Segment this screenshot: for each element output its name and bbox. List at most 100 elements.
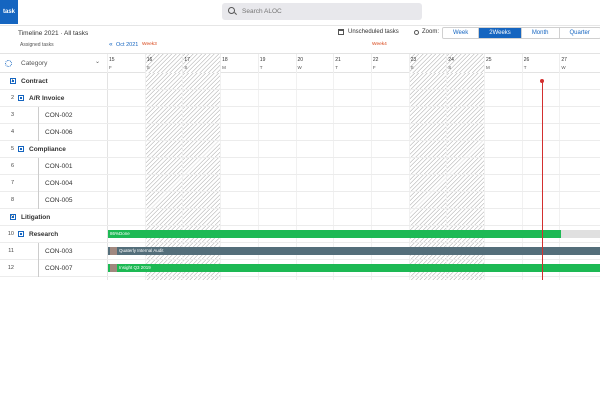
day-weekday: S — [184, 65, 188, 70]
scroll-back-icon[interactable]: « — [109, 41, 113, 48]
day-weekday: W — [297, 65, 302, 70]
month-label: Oct 2021 — [116, 42, 139, 48]
day-number: 24 — [448, 57, 454, 63]
task-row[interactable]: 3 CON-002 — [0, 107, 600, 124]
day-number: 19 — [259, 57, 266, 63]
timeline-nav: « Oct 2021 Week3 Week4 — [107, 41, 600, 51]
collapse-toggle-icon[interactable] — [18, 95, 24, 101]
group-row[interactable]: 5 Compliance — [0, 141, 600, 158]
day-column-header: 16 S — [144, 54, 183, 74]
task-label: CON-003 — [45, 248, 73, 255]
row-number: 6 — [10, 163, 14, 169]
task-row[interactable]: 8 CON-005 — [0, 192, 600, 209]
week-label: Week4 — [372, 42, 387, 47]
task-bar[interactable]: Insight Q3 2019 — [108, 264, 600, 272]
chevron-down-icon[interactable]: ⌄ — [95, 58, 100, 65]
unscheduled-tasks-button[interactable]: Unscheduled tasks — [338, 29, 399, 35]
group-row[interactable]: 1 Contract — [0, 73, 600, 90]
tree-connector — [38, 260, 39, 277]
group-label: Compliance — [29, 146, 66, 153]
tree-connector — [38, 243, 39, 260]
row-number: 4 — [10, 129, 14, 135]
collapse-toggle-icon[interactable] — [10, 78, 16, 84]
collapse-toggle-icon[interactable] — [18, 146, 24, 152]
day-header: 15 F 16 S 17 S 18 M 19 T 20 W 21 T 22 F 23 S 24 S 25 M 26 T 27 W — [107, 53, 600, 74]
tree-connector — [38, 107, 39, 124]
day-column-header: 27 W — [559, 54, 597, 74]
day-weekday: T — [259, 65, 263, 70]
zoom-quarter-button[interactable]: Quarter — [559, 28, 600, 38]
day-number: 27 — [561, 57, 567, 63]
group-row[interactable]: 9 Litigation — [0, 209, 600, 226]
row-number: 2 — [10, 95, 14, 101]
collapse-toggle-icon[interactable] — [10, 214, 16, 220]
group-label: A/R Invoice — [29, 95, 65, 102]
day-number: 18 — [222, 57, 228, 63]
day-column-header: 22 F — [370, 54, 409, 74]
task-bar-label: Quaterly Internal Audit — [119, 248, 164, 253]
today-line — [542, 81, 543, 280]
day-number: 21 — [335, 57, 341, 63]
day-number: 16 — [146, 57, 153, 63]
day-weekday: F — [372, 65, 376, 70]
task-row[interactable]: 4 CON-006 — [0, 124, 600, 141]
day-column-header: 15 F — [107, 54, 145, 74]
zoom-month-button[interactable]: Month — [521, 28, 560, 38]
task-bar-label: 86%Done — [110, 231, 130, 236]
row-number: 3 — [10, 112, 14, 118]
task-bar[interactable]: 86%Done — [108, 230, 561, 238]
task-label: CON-005 — [45, 197, 73, 204]
day-number: 17 — [184, 57, 190, 63]
new-task-button[interactable]: task — [0, 0, 18, 24]
task-label: CON-004 — [45, 180, 73, 187]
row-number: 5 — [10, 146, 14, 152]
day-column-header: 23 S — [408, 54, 447, 74]
row-number: 7 — [10, 180, 14, 186]
row-number: 10 — [7, 231, 14, 237]
day-column-header: 26 T — [521, 54, 560, 74]
row-number: 8 — [10, 197, 14, 203]
task-bar[interactable]: Quaterly Internal Audit — [108, 247, 600, 255]
zoom-week-button[interactable]: Week — [443, 28, 480, 38]
group-row[interactable]: 2 A/R Invoice — [0, 90, 600, 107]
assigned-tasks-label: Assigned tasks — [20, 42, 54, 48]
calendar-icon — [338, 29, 344, 35]
view-title: Timeline 2021 · All tasks — [18, 30, 89, 37]
day-column-header: 20 W — [295, 54, 334, 74]
tree-connector — [38, 175, 39, 192]
search-input[interactable] — [242, 8, 412, 15]
day-column-header: 24 S — [446, 54, 484, 74]
row-number: 11 — [8, 248, 14, 254]
task-label: CON-001 — [45, 163, 73, 170]
gear-icon[interactable] — [5, 60, 12, 67]
zoom-label-text: Zoom: — [422, 29, 440, 35]
task-label: CON-007 — [45, 265, 73, 272]
day-column-header: 25 M — [484, 54, 522, 74]
day-number: 23 — [410, 57, 417, 63]
category-header: Category — [21, 60, 48, 67]
task-row[interactable]: 6 CON-001 — [0, 158, 600, 175]
grid-header: Category ⌄ — [0, 53, 107, 73]
day-column-header: 21 T — [333, 54, 371, 74]
zoom-2weeks-button[interactable]: 2Weeks — [479, 28, 522, 38]
day-column-header: 17 S — [182, 54, 220, 74]
day-weekday: T — [523, 65, 527, 70]
day-number: 26 — [523, 57, 530, 63]
task-label: CON-002 — [45, 112, 73, 119]
tree-connector — [38, 124, 39, 141]
week-label: Week3 — [142, 42, 157, 47]
day-column-header: 18 M — [220, 54, 258, 74]
search-box[interactable] — [222, 3, 422, 20]
day-number: 20 — [297, 57, 304, 63]
day-weekday: S — [448, 65, 452, 70]
day-number: 22 — [372, 57, 379, 63]
task-bar-label: Insight Q3 2019 — [119, 265, 151, 270]
group-label: Litigation — [21, 214, 51, 221]
day-number: 25 — [486, 57, 492, 63]
zoom-selector: Week 2Weeks Month Quarter — [442, 27, 600, 39]
group-label: Research — [29, 231, 59, 238]
collapse-toggle-icon[interactable] — [18, 231, 24, 237]
day-weekday: F — [109, 65, 112, 70]
task-row[interactable]: 7 CON-004 — [0, 175, 600, 192]
day-weekday: M — [222, 65, 226, 70]
